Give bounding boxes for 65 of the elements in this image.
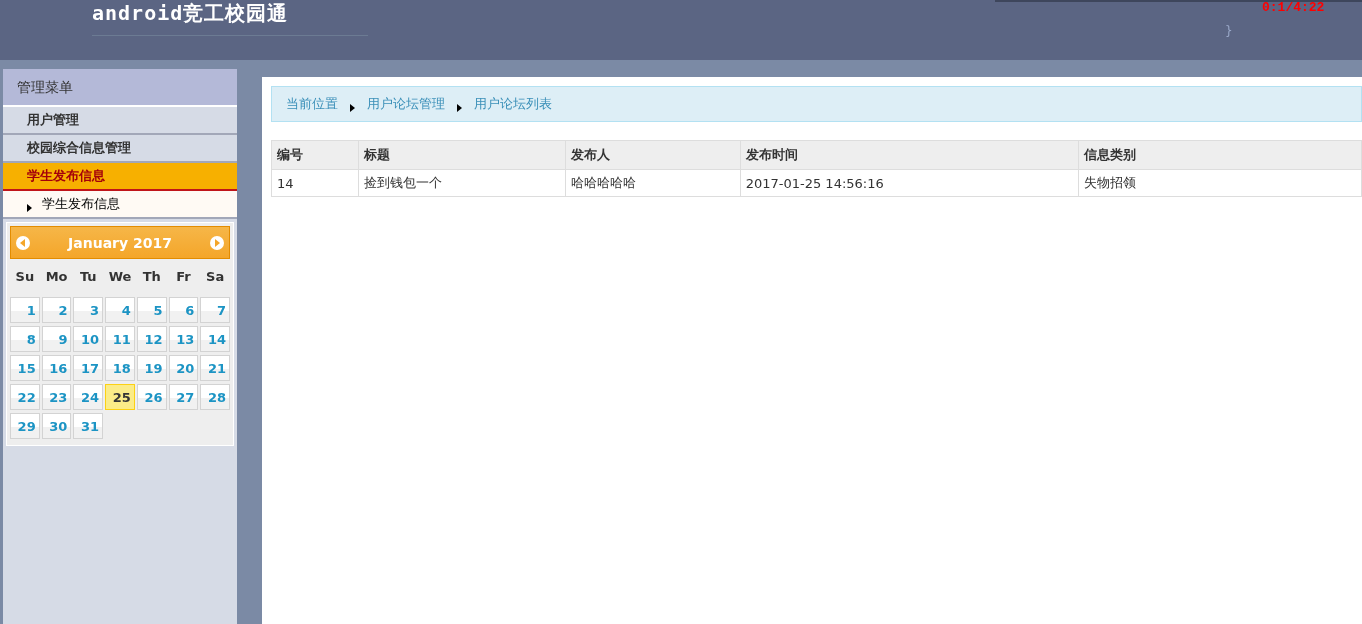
column-header: 发布人 — [565, 140, 741, 170]
menu-item[interactable]: 学生发布信息 — [3, 163, 237, 191]
calendar-day[interactable]: 30 — [41, 413, 72, 439]
column-header: 信息类别 — [1078, 140, 1362, 170]
calendar-day[interactable]: 28 — [200, 384, 230, 410]
calendar-day[interactable]: 26 — [136, 384, 167, 410]
brace-text: } — [1225, 24, 1233, 38]
calendar-day[interactable]: 12 — [136, 326, 167, 352]
arrow-icon — [457, 104, 462, 112]
prev-month-button[interactable] — [16, 235, 30, 250]
site-title: android竞工校园通 — [92, 0, 369, 36]
column-header: 标题 — [358, 140, 566, 170]
sidebar-title: 管理菜单 — [3, 69, 237, 107]
calendar-day[interactable]: 31 — [73, 413, 104, 439]
arrow-icon — [27, 204, 32, 212]
calendar-day[interactable]: 16 — [41, 355, 72, 381]
table-cell: 哈哈哈哈哈 — [565, 169, 741, 197]
calendar-day[interactable]: 23 — [41, 384, 72, 410]
calendar-day[interactable]: 21 — [200, 355, 230, 381]
calendar-day[interactable]: 11 — [105, 326, 135, 352]
weekday-label: Su — [14, 268, 36, 286]
calendar-day[interactable]: 15 — [10, 355, 40, 381]
month-title: January 2017 — [68, 234, 172, 251]
table-cell: 2017-01-25 14:56:16 — [740, 169, 1079, 197]
table-cell: 失物招领 — [1078, 169, 1362, 197]
calendar-day[interactable]: 19 — [136, 355, 167, 381]
breadcrumb-link[interactable]: 用户论坛列表 — [474, 95, 552, 113]
right-triangle-icon — [214, 238, 220, 247]
weekday-label: Fr — [175, 268, 192, 286]
calendar-day[interactable]: 13 — [168, 326, 199, 352]
column-header: 编号 — [271, 140, 359, 170]
calendar-day[interactable]: 17 — [73, 355, 104, 381]
calendar-day[interactable]: 3 — [73, 297, 104, 323]
breadcrumb-link[interactable]: 当前位置 — [286, 95, 338, 113]
submenu-item[interactable]: 学生发布信息 — [42, 195, 120, 213]
calendar-day[interactable]: 8 — [10, 326, 40, 352]
calendar-day[interactable]: 18 — [105, 355, 135, 381]
weekday-label: Mo — [44, 268, 69, 286]
calendar-day[interactable]: 25 — [105, 384, 135, 410]
weekday-label: We — [107, 268, 133, 286]
calendar-day[interactable]: 7 — [200, 297, 230, 323]
calendar-day[interactable]: 10 — [73, 326, 104, 352]
calendar-day[interactable]: 4 — [105, 297, 135, 323]
table-cell: 14 — [271, 169, 359, 197]
calendar-day[interactable]: 6 — [168, 297, 199, 323]
left-triangle-icon — [20, 238, 26, 247]
calendar-day[interactable]: 9 — [41, 326, 72, 352]
calendar-day[interactable]: 29 — [10, 413, 40, 439]
weekday-label: Th — [141, 268, 162, 286]
weekday-label: Tu — [78, 268, 98, 286]
calendar-day[interactable]: 1 — [10, 297, 40, 323]
next-month-button[interactable] — [210, 235, 224, 250]
calendar-day[interactable]: 2 — [41, 297, 72, 323]
calendar-day[interactable]: 14 — [200, 326, 230, 352]
calendar-day[interactable]: 24 — [73, 384, 104, 410]
calendar-day[interactable]: 27 — [168, 384, 199, 410]
arrow-icon — [350, 104, 355, 112]
breadcrumb-link[interactable]: 用户论坛管理 — [367, 95, 445, 113]
calendar-day[interactable]: 20 — [168, 355, 199, 381]
calendar-day[interactable]: 22 — [10, 384, 40, 410]
clock-text: 0:1/4:22 — [1262, 0, 1325, 15]
calendar-day[interactable]: 5 — [136, 297, 167, 323]
weekday-label: Sa — [205, 268, 226, 286]
table-cell: 捡到钱包一个 — [358, 169, 566, 197]
column-header: 发布时间 — [740, 140, 1079, 170]
